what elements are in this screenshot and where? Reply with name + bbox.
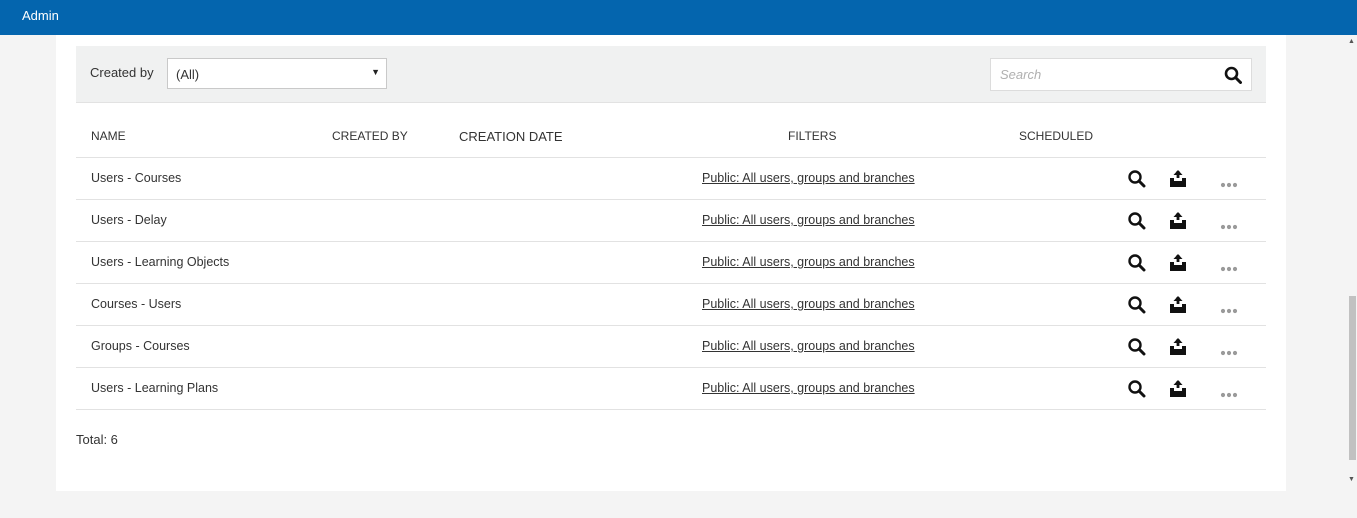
more-options-icon[interactable] xyxy=(1220,175,1238,188)
magnifier-icon[interactable] xyxy=(1127,253,1147,273)
download-icon[interactable] xyxy=(1168,253,1188,273)
report-filter-link[interactable]: Public: All users, groups and branches xyxy=(702,297,915,311)
more-options-icon[interactable] xyxy=(1220,385,1238,398)
report-filter-link[interactable]: Public: All users, groups and branches xyxy=(702,255,915,269)
more-options-icon[interactable] xyxy=(1220,301,1238,314)
report-filter-link[interactable]: Public: All users, groups and branches xyxy=(702,339,915,353)
table-row[interactable]: Courses - Users Public: All users, groups… xyxy=(76,284,1266,326)
report-name[interactable]: Groups - Courses xyxy=(91,339,190,353)
column-header-name[interactable]: NAME xyxy=(91,129,126,143)
report-filter-link[interactable]: Public: All users, groups and branches xyxy=(702,171,915,185)
download-icon[interactable] xyxy=(1168,295,1188,315)
magnifier-icon[interactable] xyxy=(1127,211,1147,231)
magnifier-icon[interactable] xyxy=(1127,337,1147,357)
header-title[interactable]: Admin xyxy=(22,8,59,23)
report-name[interactable]: Users - Learning Objects xyxy=(91,255,229,269)
table-row[interactable]: Users - Delay Public: All users, groups a… xyxy=(76,200,1266,242)
report-name[interactable]: Users - Courses xyxy=(91,171,181,185)
filter-bar: Created by (All) ▼ xyxy=(76,46,1266,103)
search-box[interactable] xyxy=(990,58,1252,91)
caret-down-icon: ▼ xyxy=(371,67,380,77)
scroll-down-arrow-icon[interactable]: ▼ xyxy=(1348,476,1355,483)
download-icon[interactable] xyxy=(1168,337,1188,357)
report-name[interactable]: Courses - Users xyxy=(91,297,181,311)
created-by-label: Created by xyxy=(90,65,154,80)
report-name[interactable]: Users - Delay xyxy=(91,213,167,227)
column-header-creation-date[interactable]: CREATION DATE xyxy=(459,129,563,144)
created-by-selected-value: (All) xyxy=(176,67,200,82)
more-options-icon[interactable] xyxy=(1220,217,1238,230)
page-scrollbar[interactable]: ▲ ▼ xyxy=(1347,35,1357,518)
download-icon[interactable] xyxy=(1168,211,1188,231)
scrollbar-thumb[interactable] xyxy=(1349,296,1356,460)
search-input[interactable] xyxy=(991,59,1211,90)
total-count: Total: 6 xyxy=(76,432,118,447)
search-icon[interactable] xyxy=(1224,66,1242,84)
magnifier-icon[interactable] xyxy=(1127,295,1147,315)
magnifier-icon[interactable] xyxy=(1127,379,1147,399)
table-row[interactable]: Users - Learning Objects Public: All user… xyxy=(76,242,1266,284)
table-row[interactable]: Groups - Courses Public: All users, group… xyxy=(76,326,1266,368)
magnifier-icon[interactable] xyxy=(1127,169,1147,189)
table-row[interactable]: Users - Learning Plans Public: All users,… xyxy=(76,368,1266,410)
download-icon[interactable] xyxy=(1168,169,1188,189)
reports-panel: Created by (All) ▼ NAME CREATED BY CREAT… xyxy=(56,35,1286,491)
column-header-scheduled: SCHEDULED xyxy=(1019,129,1094,143)
report-name[interactable]: Users - Learning Plans xyxy=(91,381,218,395)
column-header-created-by[interactable]: CREATED BY xyxy=(332,129,408,143)
table-row[interactable]: Users - Courses Public: All users, groups… xyxy=(76,158,1266,200)
report-filter-link[interactable]: Public: All users, groups and branches xyxy=(702,381,915,395)
more-options-icon[interactable] xyxy=(1220,259,1238,272)
download-icon[interactable] xyxy=(1168,379,1188,399)
column-header-filters: FILTERS xyxy=(788,129,837,143)
created-by-select[interactable]: (All) ▼ xyxy=(167,58,387,89)
more-options-icon[interactable] xyxy=(1220,343,1238,356)
top-header-bar: Admin xyxy=(0,0,1357,35)
table-header: NAME CREATED BY CREATION DATE FILTERS SC… xyxy=(76,116,1266,158)
scroll-up-arrow-icon[interactable]: ▲ xyxy=(1348,38,1355,45)
report-filter-link[interactable]: Public: All users, groups and branches xyxy=(702,213,915,227)
